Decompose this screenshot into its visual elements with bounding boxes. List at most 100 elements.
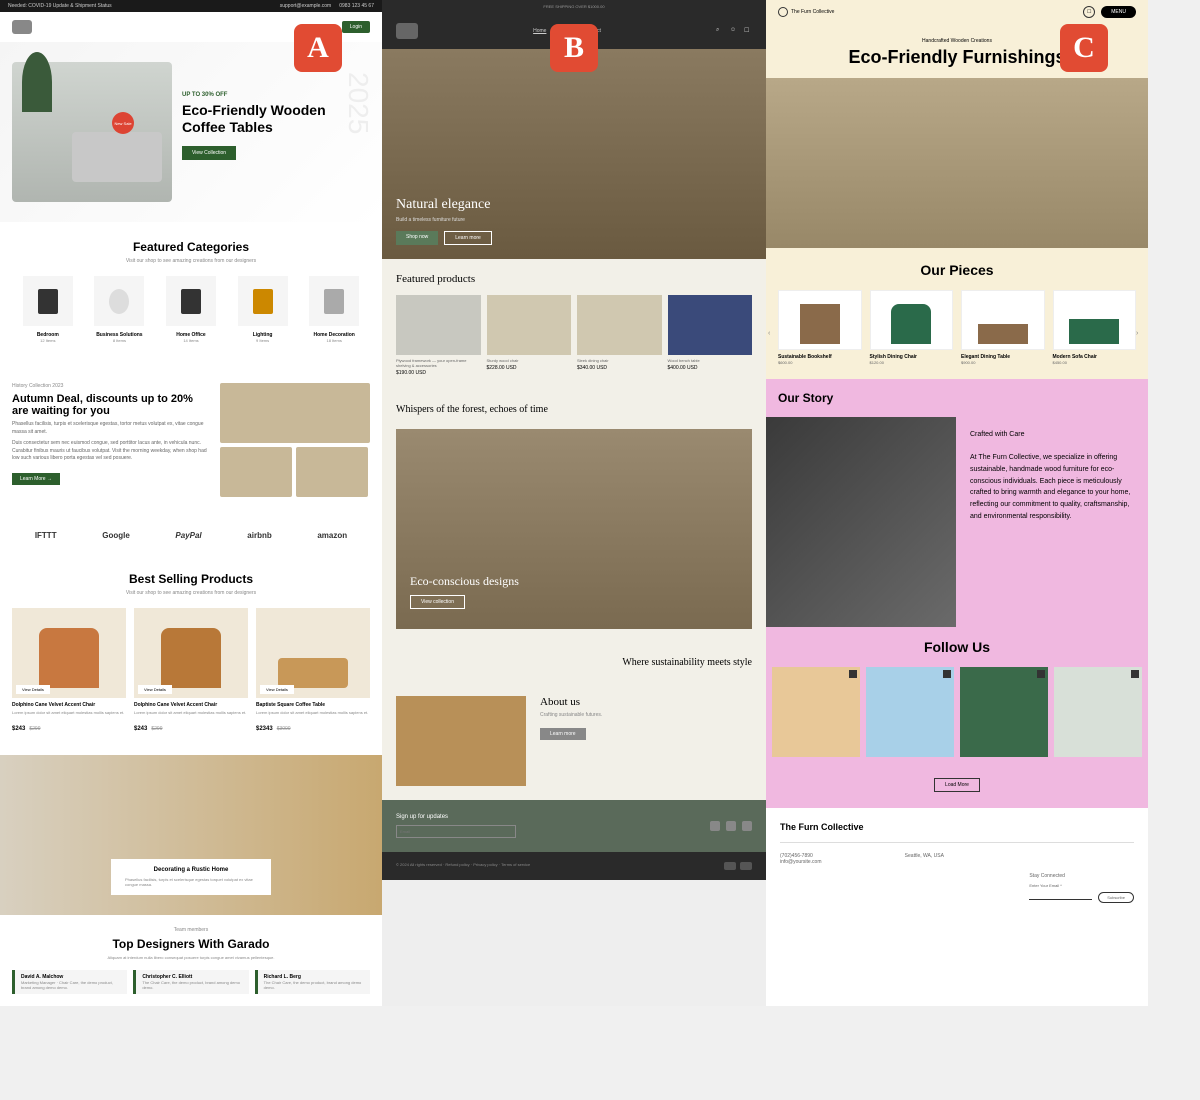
- paypal-icon: [724, 862, 736, 870]
- c-story-section: Our Story Crafted with Care At The Furn …: [766, 379, 1148, 808]
- c-product-card[interactable]: Modern Sofa Chair$450.00: [1053, 290, 1137, 365]
- lamp-icon: [253, 289, 273, 314]
- lamp-icon: [38, 289, 58, 314]
- a-product-card[interactable]: View Details Dolphino Cane Velvet Accent…: [12, 608, 126, 735]
- a-topbar-phone[interactable]: 0983 123 45 67: [339, 3, 374, 9]
- panel-a: A Needed: COVID-19 Update & Shipment Sta…: [0, 0, 382, 1006]
- instagram-icon[interactable]: [726, 821, 736, 831]
- c-product-card[interactable]: Stylish Dining Chair$120.00: [870, 290, 954, 365]
- a-rustic-banner: Decorating a Rustic Home Phasellus facil…: [0, 755, 382, 915]
- c-story-image: [766, 417, 956, 627]
- sofa-icon: [1069, 319, 1119, 344]
- instagram-post[interactable]: [866, 667, 954, 757]
- instagram-post[interactable]: [960, 667, 1048, 757]
- a-categories-row: Bedroom12 Items Business Solutions8 Item…: [0, 276, 382, 343]
- team-card: David A. MalchowMarketing Manager · Chai…: [12, 970, 127, 994]
- product-image: [668, 295, 753, 355]
- instagram-post[interactable]: [1054, 667, 1142, 757]
- a-category-item[interactable]: Home Office14 Items: [161, 276, 221, 343]
- a-view-collection-button[interactable]: View Collection: [182, 146, 236, 160]
- b-product-card[interactable]: Plywood framework — your open-frame shel…: [396, 295, 481, 376]
- a-product-card[interactable]: View Details Dolphino Cane Velvet Accent…: [134, 608, 248, 735]
- youtube-icon[interactable]: [742, 821, 752, 831]
- a-learn-more-button[interactable]: Learn More →: [12, 473, 60, 485]
- team-card: Christopher C. ElliottThe Chair Care, th…: [133, 970, 248, 994]
- b-nav-home[interactable]: Home: [533, 28, 546, 34]
- brand-logo: amazon: [317, 531, 347, 540]
- a-products-row: View Details Dolphino Cane Velvet Accent…: [0, 608, 382, 735]
- a-category-item[interactable]: Home Decoration18 Items: [304, 276, 364, 343]
- a-year-label: 2025: [342, 72, 374, 134]
- furniture-image: [296, 447, 368, 497]
- c-stay-connected: Stay Connected: [1029, 873, 1134, 879]
- a-logo-icon[interactable]: [12, 20, 32, 34]
- c-load-more-button[interactable]: Load More: [934, 778, 980, 792]
- b-shop-now-button[interactable]: Shop now: [396, 231, 438, 245]
- c-subscribe-button[interactable]: Subscribe: [1098, 892, 1134, 903]
- b-learn-more-button[interactable]: Learn more: [444, 231, 492, 245]
- facebook-icon[interactable]: [710, 821, 720, 831]
- instagram-icon: [849, 670, 857, 678]
- cart-icon[interactable]: ☐: [744, 27, 752, 35]
- c-footer-email[interactable]: info@yoursite.com: [780, 859, 885, 865]
- product-image: [396, 295, 481, 355]
- c-story-subtitle: Crafted with Care: [970, 431, 1134, 438]
- chair-icon: [161, 628, 221, 688]
- carousel-next-icon[interactable]: ›: [1136, 330, 1146, 340]
- a-brands-row: IFTTT Google PayPal airbnb amazon: [0, 517, 382, 554]
- b-footer: © 2024 All rights reserved · Refund poli…: [382, 852, 766, 880]
- view-details-button[interactable]: View Details: [16, 685, 50, 694]
- c-product-card[interactable]: Sustainable Bookshelf$600.00: [778, 290, 862, 365]
- b-product-card[interactable]: Sleek dining chair$340.00 USD: [577, 295, 662, 376]
- user-icon[interactable]: ☺: [730, 27, 738, 35]
- a-login-button[interactable]: Login: [342, 21, 370, 33]
- product-image: [577, 295, 662, 355]
- table-icon: [978, 324, 1028, 344]
- a-category-item[interactable]: Bedroom12 Items: [18, 276, 78, 343]
- search-icon[interactable]: ⌕: [716, 27, 724, 35]
- instagram-icon: [943, 670, 951, 678]
- product-image: [487, 295, 572, 355]
- a-best-title: Best Selling Products: [0, 572, 382, 586]
- carousel-prev-icon[interactable]: ‹: [768, 330, 778, 340]
- b-featured-section: Featured products Plywood framework — yo…: [382, 259, 766, 390]
- b-hero: Natural elegance Build a timeless furnit…: [382, 49, 766, 259]
- a-autumn-section: History Collection 2023 Autumn Deal, dis…: [0, 363, 382, 517]
- a-category-item[interactable]: Business Solutions8 Items: [89, 276, 149, 343]
- a-hero-image: New Sale: [12, 62, 172, 202]
- b-product-card[interactable]: Sturdy wood chair$228.00 USD: [487, 295, 572, 376]
- badge-a: A: [294, 24, 342, 72]
- b-eco-title: Eco-conscious designs: [410, 574, 519, 589]
- a-product-card[interactable]: View Details Baptiste Square Coffee Tabl…: [256, 608, 370, 735]
- a-topbar-email[interactable]: support@example.com: [280, 3, 332, 9]
- vase-icon: [324, 289, 344, 314]
- b-logo-icon[interactable]: [396, 23, 418, 39]
- brand-logo: airbnb: [247, 531, 271, 540]
- instagram-icon: [1037, 670, 1045, 678]
- b-eco-banner: Eco-conscious designs View collection: [396, 429, 752, 629]
- b-about-section: About us Crafting sustainable futures. L…: [382, 682, 766, 800]
- a-categories-title: Featured Categories: [0, 240, 382, 254]
- kettle-icon: [181, 289, 201, 314]
- c-logo[interactable]: The Furn Collective: [778, 7, 834, 17]
- a-category-item[interactable]: Lighting9 Items: [233, 276, 293, 343]
- view-details-button[interactable]: View Details: [260, 685, 294, 694]
- a-rustic-box: Decorating a Rustic Home Phasellus facil…: [111, 859, 271, 895]
- b-sustain-text: Where sustainability meets style: [382, 643, 766, 682]
- c-product-card[interactable]: Elegant Dining Table$900.00: [961, 290, 1045, 365]
- b-email-input[interactable]: [396, 825, 516, 838]
- b-product-card[interactable]: Wood bench table$400.00 USD: [668, 295, 753, 376]
- a-autumn-p2: Duis consectetur sem nec euismod congue,…: [12, 440, 208, 463]
- b-signup-title: Sign up for updates: [396, 814, 710, 820]
- c-menu-button[interactable]: MENU: [1101, 6, 1136, 18]
- instagram-post[interactable]: [772, 667, 860, 757]
- b-about-learn-more-button[interactable]: Learn more: [540, 728, 586, 740]
- view-details-button[interactable]: View Details: [138, 685, 172, 694]
- cart-icon[interactable]: ☐: [1083, 6, 1095, 18]
- b-view-collection-button[interactable]: View collection: [410, 595, 465, 609]
- c-subscribe-input[interactable]: [1029, 895, 1092, 900]
- bookshelf-icon: [800, 304, 840, 344]
- panel-b: B FREE SHIPPING OVER $1000.00 Home Catal…: [382, 0, 766, 1006]
- b-about-title: About us: [540, 696, 752, 708]
- b-signup-section: Sign up for updates: [382, 800, 766, 852]
